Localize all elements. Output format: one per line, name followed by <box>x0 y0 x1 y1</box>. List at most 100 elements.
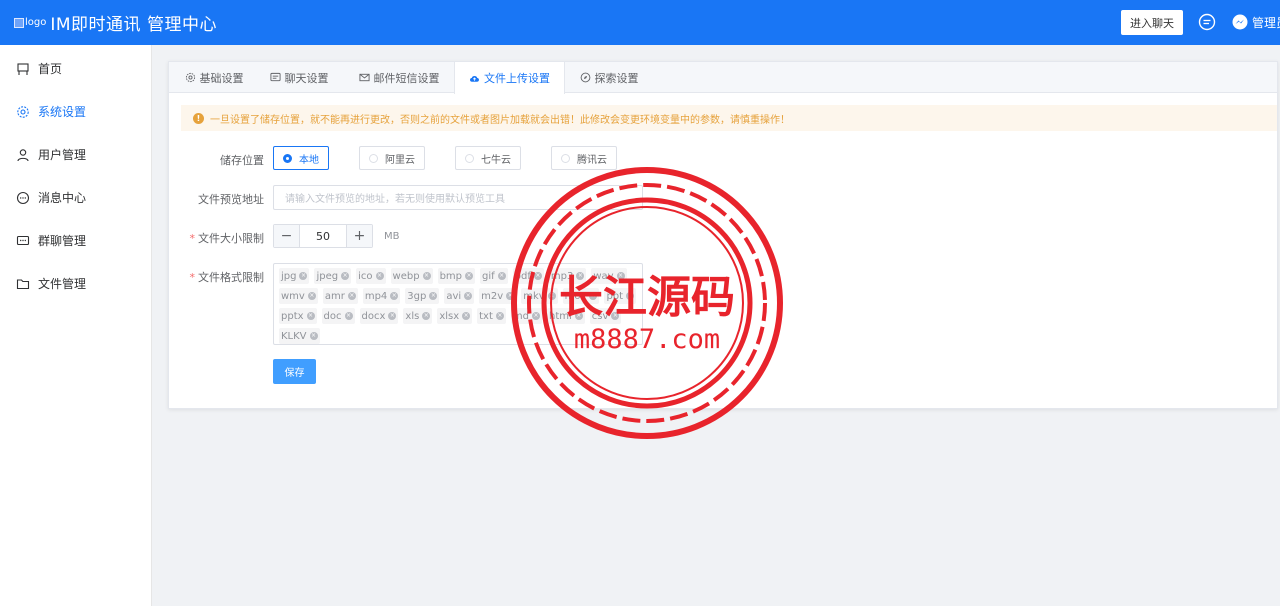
format-tag-label: mov <box>564 290 587 302</box>
size-limit-label: * 文件大小限制 <box>189 232 265 245</box>
tag-close-icon[interactable]: × <box>465 272 473 280</box>
format-limit-label: * 文件格式限制 <box>189 271 265 284</box>
tag-close-icon[interactable]: × <box>375 272 384 280</box>
tag-close-icon[interactable]: × <box>390 292 399 300</box>
format-tag-label: wmv <box>281 290 305 302</box>
format-tag-label: doc <box>323 310 342 322</box>
preview-url-input[interactable]: 请输入文件预览的地址，若无则使用默认预览工具 <box>273 185 643 210</box>
tag-close-icon[interactable]: × <box>533 272 542 280</box>
storage-label-text: 储存位置 <box>220 154 264 167</box>
storage-option-qiniu[interactable]: 七牛云 <box>455 146 521 170</box>
tag-close-icon[interactable]: × <box>309 332 318 340</box>
tab-file-upload-settings[interactable]: 文件上传设置 <box>454 62 565 94</box>
format-tag: mov × <box>562 288 600 304</box>
sidebar-item-group-chat-management[interactable]: 群聊管理 <box>0 219 152 262</box>
tag-close-icon[interactable]: × <box>464 292 473 300</box>
size-limit-stepper[interactable]: − 50 + <box>273 224 373 248</box>
tab-basic-settings[interactable]: 基础设置 <box>173 62 255 93</box>
format-tag-label: xls <box>405 310 420 322</box>
save-button[interactable]: 保存 <box>273 359 316 384</box>
tag-close-icon[interactable]: × <box>422 272 431 280</box>
format-tag: pdf × <box>512 268 544 284</box>
tag-close-icon[interactable]: × <box>547 292 556 300</box>
tag-close-icon[interactable]: × <box>495 312 504 320</box>
tag-close-icon[interactable]: × <box>576 272 585 280</box>
enter-chat-button[interactable]: 进入聊天 <box>1121 10 1183 35</box>
format-tag-label: txt <box>479 310 493 322</box>
tag-close-icon[interactable]: × <box>626 292 635 300</box>
increment-button[interactable]: + <box>347 225 372 247</box>
format-tag: xls × <box>403 308 433 324</box>
sidebar-item-home[interactable]: 首页 <box>0 47 152 90</box>
admin-user-menu[interactable]: 管理员 <box>1252 14 1280 31</box>
brand: logo IM即时通讯 管理中心 <box>14 0 217 45</box>
format-tag: gif × <box>480 268 508 284</box>
warning-alert: ! 一旦设置了储存位置，就不能再进行更改，否则之前的文件或者图片加载就会出错！此… <box>181 105 1277 131</box>
format-tag-label: pdf <box>514 270 531 282</box>
broken-image-icon <box>14 17 24 28</box>
tag-close-icon[interactable]: × <box>307 292 316 300</box>
tag-close-icon[interactable]: × <box>462 312 471 320</box>
radio-dot <box>561 153 570 163</box>
format-tag-label: md <box>512 310 529 322</box>
sidebar-item-system-settings[interactable]: 系统设置 <box>0 90 152 133</box>
storage-option-aliyun[interactable]: 阿里云 <box>359 146 425 170</box>
sidebar-item-file-management[interactable]: 文件管理 <box>0 262 152 305</box>
tag-close-icon[interactable]: × <box>506 292 515 300</box>
format-tag: wav × <box>591 268 627 284</box>
tab-label: 基础设置 <box>199 71 244 85</box>
sidebar-item-user-management[interactable]: 用户管理 <box>0 133 152 176</box>
sidebar-item-label: 群聊管理 <box>38 234 87 248</box>
tag-close-icon[interactable]: × <box>616 272 625 280</box>
mail-icon <box>358 73 370 82</box>
format-tag: xlsx × <box>437 308 473 324</box>
sidebar-item-label: 消息中心 <box>38 191 87 205</box>
tag-close-icon[interactable]: × <box>611 312 620 320</box>
logo-alt-text: logo <box>25 17 47 28</box>
size-limit-label-text: 文件大小限制 <box>198 232 264 245</box>
format-tag-input[interactable]: jpg × jpeg × ico × webp × bmp × gif × pdf × mp3 × wav × wm… <box>273 263 643 345</box>
format-tag: KLKV × <box>279 328 320 344</box>
chat-bubble-icon <box>16 191 30 204</box>
tag-close-icon[interactable]: × <box>306 312 315 320</box>
size-limit-value[interactable]: 50 <box>299 225 347 247</box>
sidebar-item-label: 首页 <box>38 62 63 76</box>
tag-close-icon[interactable]: × <box>344 312 353 320</box>
folder-icon <box>16 278 30 289</box>
radio-dot <box>369 153 378 163</box>
message-icon[interactable] <box>1198 13 1216 31</box>
format-tag-label: bmp <box>439 270 462 282</box>
format-tag: csv × <box>589 308 622 324</box>
group-chat-icon <box>16 235 30 245</box>
format-tag-label: gif <box>482 270 495 282</box>
sidebar-item-message-center[interactable]: 消息中心 <box>0 176 152 219</box>
tag-close-icon[interactable]: × <box>422 312 431 320</box>
tag-close-icon[interactable]: × <box>347 292 356 300</box>
format-tag-label: ico <box>358 270 373 282</box>
tag-close-icon[interactable]: × <box>574 312 583 320</box>
tag-close-icon[interactable]: × <box>388 312 397 320</box>
format-tag-label: 3gp <box>407 290 427 302</box>
tag-close-icon[interactable]: × <box>497 272 506 280</box>
storage-option-local[interactable]: 本地 <box>273 146 329 170</box>
format-tag: avi × <box>444 288 475 304</box>
flag-icon <box>17 62 29 75</box>
gear-icon <box>17 105 29 118</box>
tag-close-icon[interactable]: × <box>429 292 438 300</box>
format-tag: bmp × <box>437 268 475 284</box>
tab-label: 文件上传设置 <box>484 72 550 85</box>
decrement-button[interactable]: − <box>274 225 299 247</box>
tag-close-icon[interactable]: × <box>341 272 350 280</box>
sidebar-item-label: 系统设置 <box>38 105 87 119</box>
tag-close-icon[interactable]: × <box>299 272 308 280</box>
tab-mail-sms-settings[interactable]: 邮件短信设置 <box>349 62 449 93</box>
tab-chat-settings[interactable]: 聊天设置 <box>259 62 339 93</box>
storage-option-tencent[interactable]: 腾讯云 <box>551 146 617 170</box>
message-icon <box>269 72 281 82</box>
tab-label: 邮件短信设置 <box>373 71 440 85</box>
radio-label: 七牛云 <box>481 154 511 166</box>
tab-explore-settings[interactable]: 探索设置 <box>573 62 645 93</box>
tag-close-icon[interactable]: × <box>589 292 598 300</box>
format-tag-label: jpg <box>281 270 297 282</box>
tag-close-icon[interactable]: × <box>532 312 540 320</box>
